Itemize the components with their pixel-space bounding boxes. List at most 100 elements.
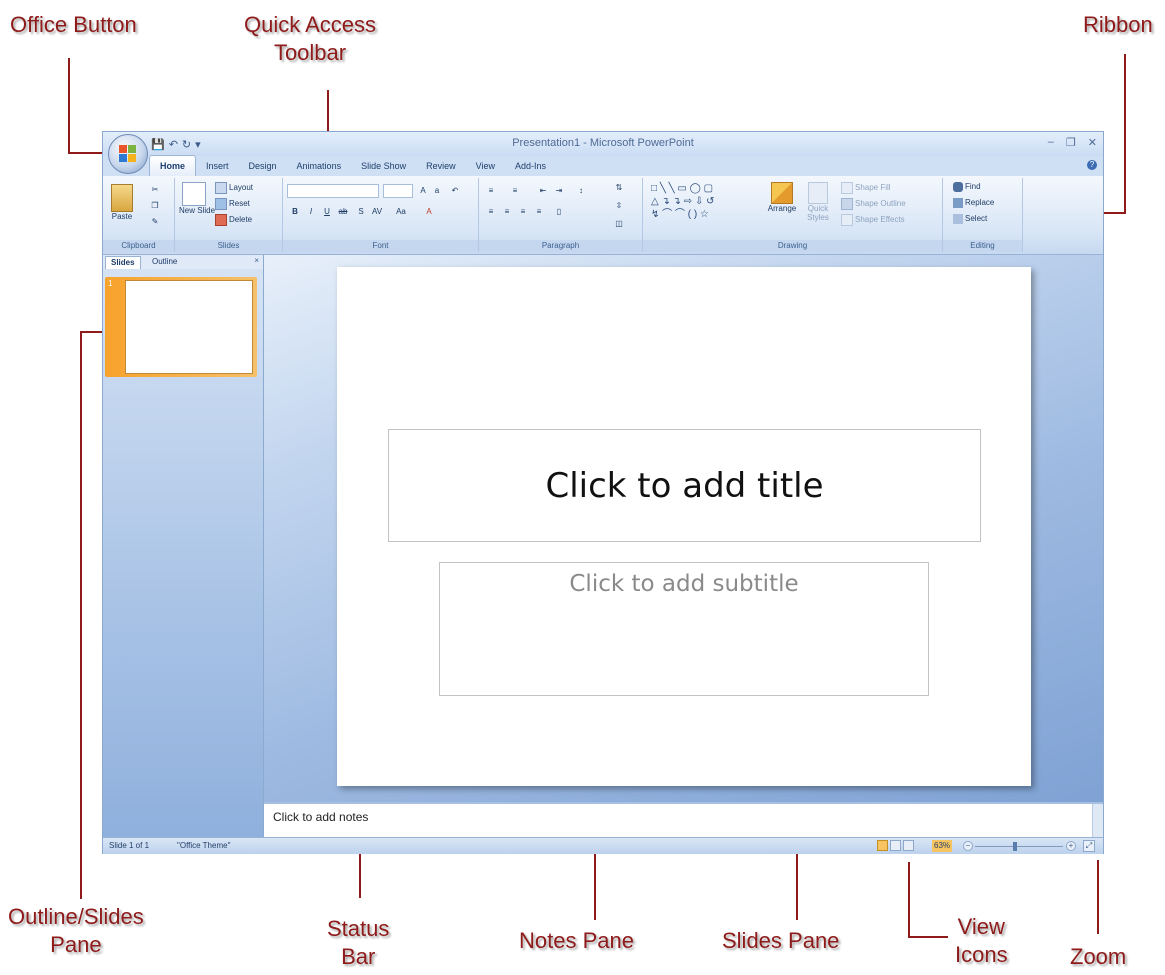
shapes-row-3: ↯ ⌒ ⌒ ( ) ☆ xyxy=(651,209,709,220)
paste-button[interactable]: Paste xyxy=(109,184,135,221)
tab-animations[interactable]: Animations xyxy=(287,156,352,176)
window-controls: – ❐ ✕ xyxy=(1048,136,1097,149)
callout-slides-pane: Slides Pane xyxy=(722,928,840,953)
layout-button[interactable]: Layout xyxy=(215,182,253,194)
callout-status-bar: Status Bar xyxy=(327,915,389,971)
leader-office-v xyxy=(68,58,70,154)
shadow-icon[interactable]: S xyxy=(355,206,367,218)
line-spacing-icon[interactable]: ↕ xyxy=(575,185,587,197)
tab-add-ins[interactable]: Add-Ins xyxy=(505,156,556,176)
clear-formatting-icon[interactable]: ↶ xyxy=(449,185,461,197)
grow-font-icon[interactable]: A xyxy=(417,185,429,197)
font-color-icon[interactable]: A xyxy=(423,206,435,218)
paragraph-group-label: Paragraph xyxy=(479,240,642,252)
shape-fill-button[interactable]: Shape Fill xyxy=(841,182,891,194)
leader-status-v xyxy=(359,848,361,898)
subtitle-placeholder[interactable]: Click to add subtitle xyxy=(439,562,929,696)
slides-pane: Click to add title Click to add subtitle xyxy=(264,255,1103,802)
slide-sorter-view-icon[interactable] xyxy=(890,840,901,851)
callout-status-line2: Bar xyxy=(341,944,376,969)
align-right-icon[interactable]: ≡ xyxy=(517,206,529,218)
tab-view[interactable]: View xyxy=(466,156,505,176)
slide-canvas[interactable]: Click to add title Click to add subtitle xyxy=(337,267,1031,786)
quick-styles-icon xyxy=(808,182,828,204)
delete-button[interactable]: Delete xyxy=(215,214,252,226)
powerpoint-window: 💾 ↶ ↻ ▾ Presentation1 - Microsoft PowerP… xyxy=(102,131,1104,854)
new-slide-button[interactable]: New Slide xyxy=(179,182,215,215)
slides-group: New Slide Layout Reset Delete Slides xyxy=(175,178,283,252)
tab-design[interactable]: Design xyxy=(239,156,287,176)
decrease-indent-icon[interactable]: ⇤ xyxy=(537,185,549,197)
callout-office-button: Office Button xyxy=(10,12,137,37)
bullets-icon[interactable]: ≡ xyxy=(485,185,497,197)
pane-close-icon[interactable]: × xyxy=(254,256,259,265)
align-text-icon[interactable]: ⇳ xyxy=(613,200,625,212)
zoom-slider-thumb[interactable] xyxy=(1012,842,1017,851)
tab-review[interactable]: Review xyxy=(416,156,466,176)
shape-outline-button[interactable]: Shape Outline xyxy=(841,198,906,210)
title-placeholder[interactable]: Click to add title xyxy=(388,429,981,542)
reset-button[interactable]: Reset xyxy=(215,198,250,210)
restore-icon[interactable]: ❐ xyxy=(1066,136,1076,149)
arrange-button[interactable]: Arrange xyxy=(767,182,797,213)
strikethrough-icon[interactable]: ab xyxy=(337,206,349,218)
numbering-icon[interactable]: ≡ xyxy=(509,185,521,197)
shape-effects-button[interactable]: Shape Effects xyxy=(841,214,905,226)
quick-styles-button[interactable]: Quick Styles xyxy=(803,182,833,222)
find-button[interactable]: Find xyxy=(953,182,981,192)
tab-slide-show[interactable]: Slide Show xyxy=(351,156,416,176)
justify-icon[interactable]: ≡ xyxy=(533,206,545,218)
quick-styles-label: Quick Styles xyxy=(807,204,829,222)
notes-scrollbar[interactable] xyxy=(1092,804,1103,837)
shapes-gallery[interactable]: □ ╲ ╲ ▭ ◯ ▢ △ ↴ ↴ ⇨ ⇩ ↺ ↯ ⌒ ⌒ ( ) ☆ xyxy=(651,182,714,221)
underline-icon[interactable]: U xyxy=(321,206,333,218)
bold-icon[interactable]: B xyxy=(289,206,301,218)
tab-outline[interactable]: Outline xyxy=(147,256,182,268)
slide-show-view-icon[interactable] xyxy=(903,840,914,851)
notes-pane[interactable]: Click to add notes xyxy=(264,802,1103,837)
shrink-font-icon[interactable]: a xyxy=(431,185,443,197)
leader-zoom-v xyxy=(1097,860,1099,934)
replace-button[interactable]: Replace xyxy=(953,198,994,208)
smartart-icon[interactable]: ◫ xyxy=(613,218,625,230)
minimize-icon[interactable]: – xyxy=(1048,136,1054,149)
office-logo-icon xyxy=(119,145,137,163)
zoom-slider[interactable] xyxy=(975,846,1063,847)
paste-icon xyxy=(111,184,133,212)
copy-icon[interactable]: ❐ xyxy=(149,200,161,212)
callout-view-icons: View Icons xyxy=(955,913,1008,969)
select-button[interactable]: Select xyxy=(953,214,987,224)
slide-count: Slide 1 of 1 xyxy=(109,841,150,850)
callout-view-line2: Icons xyxy=(955,942,1008,967)
tab-home[interactable]: Home xyxy=(149,155,197,176)
align-center-icon[interactable]: ≡ xyxy=(501,206,513,218)
window-title: Presentation1 - Microsoft PowerPoint xyxy=(512,137,694,149)
help-icon[interactable]: ? xyxy=(1087,160,1097,170)
increase-indent-icon[interactable]: ⇥ xyxy=(553,185,565,197)
slide-thumbnail[interactable]: 1 xyxy=(105,277,257,377)
slides-group-label: Slides xyxy=(175,240,282,252)
text-direction-icon[interactable]: ⇅ xyxy=(613,182,625,194)
align-left-icon[interactable]: ≡ xyxy=(485,206,497,218)
zoom-in-icon[interactable]: + xyxy=(1066,841,1076,851)
cut-icon[interactable]: ✂ xyxy=(149,184,161,196)
layout-label: Layout xyxy=(229,183,254,193)
character-spacing-icon[interactable]: AV xyxy=(371,206,383,218)
close-icon[interactable]: ✕ xyxy=(1088,136,1097,149)
callout-quick-access-line2: Toolbar xyxy=(273,40,347,65)
tab-insert[interactable]: Insert xyxy=(196,156,239,176)
normal-view-icon[interactable] xyxy=(877,840,888,851)
columns-icon[interactable]: ▯ xyxy=(553,206,565,218)
italic-icon[interactable]: I xyxy=(305,206,317,218)
change-case-icon[interactable]: Aa xyxy=(395,206,407,218)
zoom-out-icon[interactable]: − xyxy=(963,841,973,851)
fit-to-window-icon[interactable]: ⤢ xyxy=(1083,840,1095,852)
format-painter-icon[interactable]: ✎ xyxy=(149,216,161,228)
reset-label: Reset xyxy=(229,199,250,209)
font-size-field[interactable] xyxy=(383,184,413,198)
zoom-percentage[interactable]: 63% xyxy=(932,840,953,852)
drawing-group-label: Drawing xyxy=(643,240,942,252)
office-button[interactable] xyxy=(108,134,148,174)
tab-slides[interactable]: Slides xyxy=(105,256,141,269)
font-name-field[interactable] xyxy=(287,184,379,198)
